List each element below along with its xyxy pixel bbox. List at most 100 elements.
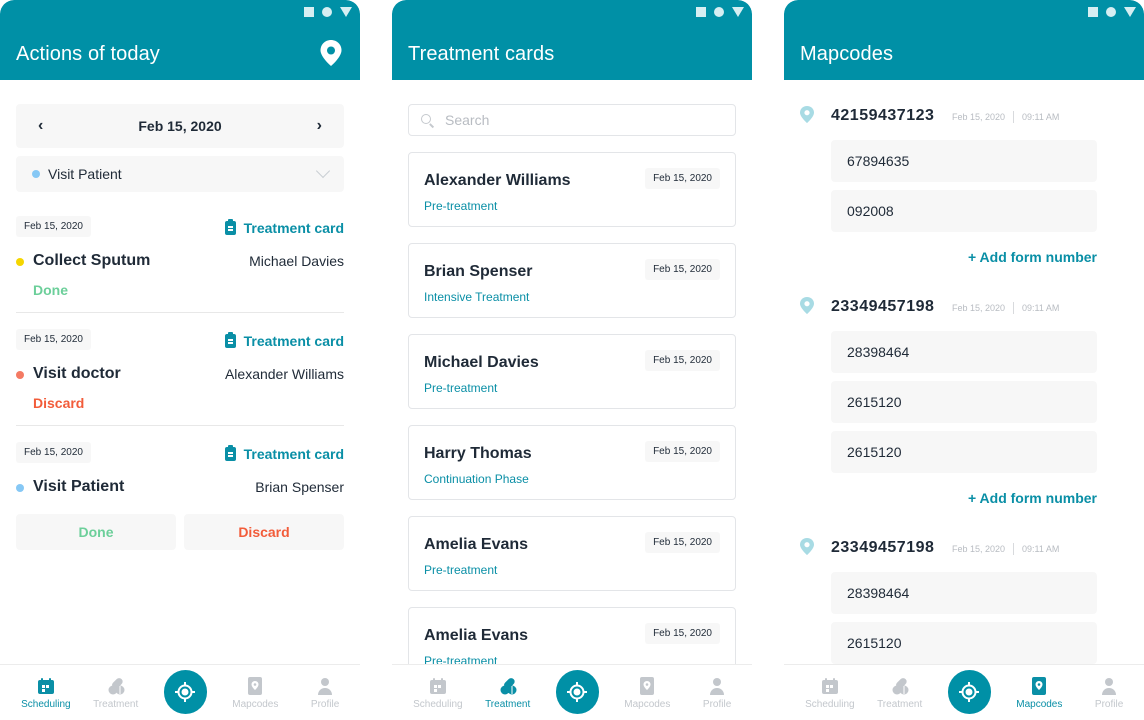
circle-icon (714, 7, 724, 17)
nav-item-treatment[interactable]: Treatment (81, 677, 151, 720)
form-number[interactable]: 28398464 (831, 572, 1097, 614)
patient-name: Brian Spenser (424, 263, 533, 280)
date-badge: Feb 15, 2020 (645, 441, 720, 462)
add-form-number-button[interactable]: + Add form number (968, 490, 1097, 506)
circle-icon (322, 7, 332, 17)
nav-label: Scheduling (805, 699, 855, 710)
clipboard-icon (224, 219, 236, 235)
patient-name: Amelia Evans (424, 627, 529, 644)
action-type-select[interactable]: Visit Patient (16, 156, 344, 192)
nav-label: Treatment (93, 699, 139, 710)
page-title: Treatment cards (408, 43, 555, 65)
nav-item-scheduling[interactable]: Scheduling (11, 677, 81, 720)
treatment-screen: Treatment cards Alexander Williams Pre-t… (392, 0, 752, 720)
patient-name: Alexander Williams (424, 172, 571, 189)
done-button[interactable]: Done (16, 514, 176, 550)
nav-item-scheduling[interactable]: Scheduling (795, 677, 865, 720)
treatment-card[interactable]: Brian Spenser Intensive Treatment Feb 15… (408, 243, 736, 318)
date-badge: Feb 15, 2020 (645, 532, 720, 553)
nav-item-mapcodes[interactable]: Mapcodes (612, 677, 682, 720)
calendar-icon (37, 678, 54, 694)
calendar-icon (429, 678, 446, 694)
treatment-card[interactable]: Amelia Evans Pre-treatment Feb 15, 2020 (408, 516, 736, 591)
treatment-content: Alexander Williams Pre-treatment Feb 15,… (392, 80, 752, 664)
treatment-card[interactable]: Alexander Williams Pre-treatment Feb 15,… (408, 152, 736, 227)
location-pin-icon[interactable] (320, 40, 342, 66)
patient-name: Amelia Evans (424, 536, 529, 553)
date-navigator: ‹ Feb 15, 2020 › (16, 104, 344, 148)
search-input[interactable] (445, 112, 723, 128)
treatment-card-link[interactable]: Treatment card (224, 445, 344, 462)
map-pin-icon (800, 538, 814, 555)
mapcodes-screen: Mapcodes 42159437123 Feb 15, 2020 09:11 … (784, 0, 1144, 720)
add-form-number-button[interactable]: + Add form number (968, 249, 1097, 265)
next-date-button[interactable]: › (317, 117, 322, 135)
locate-button[interactable] (555, 670, 600, 714)
status-dot (32, 170, 40, 178)
discard-button[interactable]: Discard (184, 514, 344, 550)
nav-item-treatment[interactable]: Treatment (473, 677, 543, 720)
action-buttons: Done Discard (16, 514, 344, 550)
mapcode-number: 23349457198 (831, 539, 935, 556)
divider (16, 425, 344, 426)
nav-label: Mapcodes (624, 699, 671, 710)
treatment-card[interactable]: Michael Davies Pre-treatment Feb 15, 202… (408, 334, 736, 409)
nav-item-mapcodes[interactable]: Mapcodes (1004, 677, 1074, 720)
status-bar (304, 7, 352, 17)
clipboard-icon (224, 332, 236, 348)
treatment-card-label: Treatment card (243, 333, 344, 349)
search-box (408, 104, 736, 136)
date-badge: Feb 15, 2020 (645, 259, 720, 280)
user-icon (318, 678, 333, 695)
bottom-nav: Scheduling Treatment Mapcodes Profile (392, 664, 752, 720)
user-icon (1102, 678, 1117, 695)
prev-date-button[interactable]: ‹ (38, 117, 43, 135)
date-badge: Feb 15, 2020 (16, 329, 91, 350)
treatment-card-link[interactable]: Treatment card (224, 219, 344, 236)
user-icon (710, 678, 725, 695)
date-badge: Feb 15, 2020 (16, 442, 91, 463)
form-number[interactable]: 28398464 (831, 331, 1097, 373)
nav-item-profile[interactable]: Profile (1074, 677, 1144, 720)
date-badge: Feb 15, 2020 (645, 350, 720, 371)
form-number[interactable]: 67894635 (831, 140, 1097, 182)
date-badge: Feb 15, 2020 (16, 216, 91, 237)
action-item: Feb 15, 2020 Treatment card Visit Patien… (16, 442, 344, 495)
treatment-card-label: Treatment card (243, 220, 344, 236)
patient-name: Brian Spenser (255, 479, 344, 495)
form-number[interactable]: 092008 (831, 190, 1097, 232)
map-pin-card-icon (1032, 677, 1047, 695)
nav-label: Profile (310, 699, 340, 710)
nav-item-treatment[interactable]: Treatment (865, 677, 935, 720)
separator (1013, 543, 1015, 555)
status-dot (16, 258, 24, 266)
locate-button[interactable] (947, 670, 992, 714)
locate-button[interactable] (163, 670, 208, 714)
nav-label: Treatment (485, 699, 531, 710)
locate-target-icon (175, 682, 196, 702)
nav-item-scheduling[interactable]: Scheduling (403, 677, 473, 720)
scheduling-screen: Actions of today ‹ Feb 15, 2020 › Visit … (0, 0, 360, 720)
bottom-nav: Scheduling Treatment Mapcodes Profile (0, 664, 360, 720)
nav-label: Scheduling (413, 699, 463, 710)
treatment-card-label: Treatment card (243, 446, 344, 462)
form-number[interactable]: 2615120 (831, 431, 1097, 473)
mapcodes-content: 42159437123 Feb 15, 2020 09:11 AM 678946… (784, 80, 1144, 664)
form-number[interactable]: 2615120 (831, 622, 1097, 664)
map-pin-icon (800, 106, 814, 123)
square-icon (696, 7, 706, 17)
app-bar: Treatment cards (392, 0, 752, 80)
status-bar (696, 7, 744, 17)
triangle-icon (1124, 7, 1136, 17)
treatment-card[interactable]: Amelia Evans Pre-treatment Feb 15, 2020 (408, 607, 736, 664)
action-status: Discard (33, 395, 85, 411)
nav-item-mapcodes[interactable]: Mapcodes (220, 677, 290, 720)
nav-item-profile[interactable]: Profile (682, 677, 752, 720)
scheduling-content: ‹ Feb 15, 2020 › Visit Patient Feb 15, 2… (0, 80, 360, 664)
map-pin-card-icon (248, 677, 263, 695)
treatment-card[interactable]: Harry Thomas Continuation Phase Feb 15, … (408, 425, 736, 500)
pills-icon (892, 678, 909, 695)
treatment-card-link[interactable]: Treatment card (224, 332, 344, 349)
form-number[interactable]: 2615120 (831, 381, 1097, 423)
nav-item-profile[interactable]: Profile (290, 677, 360, 720)
